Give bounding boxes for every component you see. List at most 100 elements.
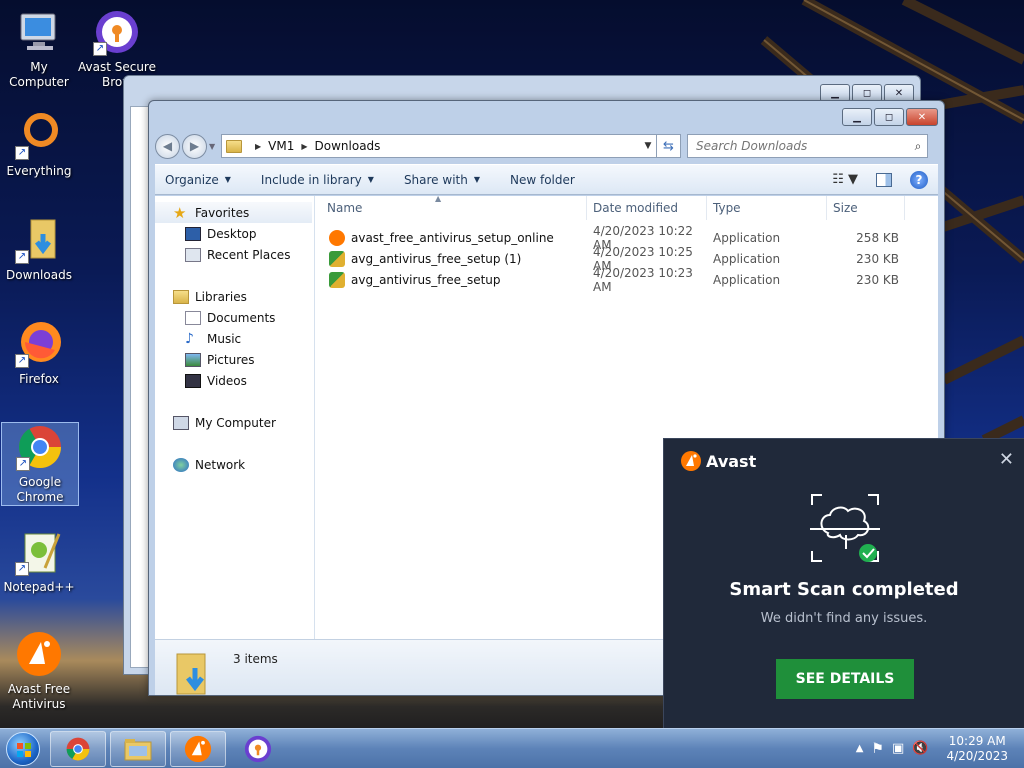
volume-muted-icon[interactable]: 🔇 <box>912 741 928 756</box>
nav-network[interactable]: Network <box>155 454 314 475</box>
desktop-icon-label: My Computer <box>9 60 69 89</box>
column-header-size[interactable]: Size <box>827 195 905 220</box>
taskbar-avast-secure-browser[interactable] <box>230 731 286 767</box>
music-note-icon: ♪ <box>185 330 194 347</box>
recent-pages-dropdown[interactable]: ▼ <box>209 142 217 151</box>
column-header-date-modified[interactable]: Date modified <box>587 195 707 220</box>
refresh-icon: ⇆ <box>663 138 674 154</box>
desktop-icon-notepad-plus-plus[interactable]: ↗ Notepad++ <box>0 528 78 595</box>
see-details-button[interactable]: SEE DETAILS <box>776 659 914 699</box>
desktop-icon-label: Downloads <box>6 268 72 282</box>
arrow-left-icon: ◀ <box>162 139 173 153</box>
action-center-flag-icon[interactable]: ⚑ <box>871 741 884 757</box>
taskbar-avast[interactable] <box>170 730 226 767</box>
nav-pictures[interactable]: Pictures <box>155 349 314 370</box>
firefox-icon: ↗ <box>15 320 63 368</box>
computer-icon <box>15 8 63 56</box>
scan-result-headline: Smart Scan completed <box>729 579 959 600</box>
address-row: ◀ ▶ ▼ ▶ VM1 ▶ Downloads ▼ ⇆ ⌕ <box>155 131 938 161</box>
pictures-icon <box>185 352 201 367</box>
avast-secure-browser-icon: ↗ <box>93 8 141 56</box>
start-button[interactable] <box>0 729 46 768</box>
breadcrumb-downloads[interactable]: Downloads <box>315 139 381 153</box>
clock-date: 4/20/2023 <box>946 748 1008 763</box>
network-icon <box>173 457 189 472</box>
search-input[interactable] <box>696 139 909 153</box>
back-button[interactable]: ◀ <box>155 133 180 159</box>
chevron-down-icon[interactable]: ▼ <box>640 141 656 151</box>
avast-secure-browser-icon <box>244 735 272 762</box>
caret-down-icon: ▼ <box>473 175 480 184</box>
chevron-right-icon[interactable]: ▶ <box>255 142 261 151</box>
share-with-button[interactable]: Share with ▼ <box>404 173 480 187</box>
taskbar-explorer[interactable] <box>110 730 166 767</box>
item-count: 3 items <box>233 652 278 666</box>
column-header-type[interactable]: Type <box>707 195 827 220</box>
video-film-icon <box>185 373 201 388</box>
search-icon[interactable]: ⌕ <box>909 139 927 154</box>
nav-documents[interactable]: Documents <box>155 307 314 328</box>
change-view-button[interactable]: ☷ ▼ <box>832 172 858 187</box>
avast-antivirus-icon <box>15 630 63 678</box>
nav-libraries[interactable]: Libraries <box>155 286 314 307</box>
nav-desktop[interactable]: Desktop <box>155 223 314 244</box>
address-bar[interactable]: ▶ VM1 ▶ Downloads ▼ <box>221 134 657 158</box>
caret-down-icon: ▼ <box>367 175 374 184</box>
downloads-folder-icon: ↗ <box>15 216 63 264</box>
include-in-library-button[interactable]: Include in library ▼ <box>261 173 374 187</box>
avast-installer-icon <box>329 229 345 246</box>
downloads-folder-icon <box>175 652 211 695</box>
organize-button[interactable]: Organize ▼ <box>165 173 231 187</box>
taskbar: ▲ ⚑ ▣ 🔇 10:29 AM 4/20/2023 <box>0 728 1024 768</box>
nav-recent-places[interactable]: Recent Places <box>155 244 314 265</box>
desktop-icon-firefox[interactable]: ↗ Firefox <box>0 320 78 387</box>
avast-notification[interactable]: Avast ✕ Smart Scan completed We didn't f… <box>663 438 1024 728</box>
chevron-right-icon[interactable]: ▶ <box>301 142 307 151</box>
computer-icon <box>173 415 189 430</box>
nav-videos[interactable]: Videos <box>155 370 314 391</box>
breadcrumb-vm1[interactable]: VM1 <box>268 139 294 153</box>
windows-logo-icon <box>6 731 40 766</box>
refresh-button[interactable]: ⇆ <box>657 134 681 158</box>
close-button[interactable]: ✕ <box>906 108 938 126</box>
desktop-icon-label: Everything <box>6 164 72 178</box>
desktop-icon-everything[interactable]: ↗ Everything <box>0 112 78 179</box>
minimize-button[interactable]: ▁ <box>842 108 872 126</box>
show-hidden-icons-icon[interactable]: ▲ <box>856 743 864 754</box>
close-icon[interactable]: ✕ <box>999 449 1014 470</box>
avast-logo-icon <box>681 451 701 471</box>
network-status-icon[interactable]: ▣ <box>892 741 904 756</box>
preview-pane-icon[interactable] <box>876 172 892 187</box>
nav-music[interactable]: ♪ Music <box>155 328 314 349</box>
maximize-button[interactable]: ◻ <box>874 108 904 126</box>
folder-icon <box>226 139 242 153</box>
clock[interactable]: 10:29 AM 4/20/2023 <box>946 734 1008 764</box>
column-header-name[interactable]: ▲ Name <box>315 194 587 220</box>
avast-antivirus-icon <box>184 735 212 762</box>
caret-down-icon: ▼ <box>224 175 231 184</box>
new-folder-button[interactable]: New folder <box>510 173 575 187</box>
navigation-pane[interactable]: ★ Favorites Desktop Recent Places Librar… <box>155 196 315 639</box>
chrome-icon: ↗ <box>16 423 64 471</box>
desktop-icon-google-chrome[interactable]: ↗ Google Chrome <box>1 422 79 506</box>
forward-button[interactable]: ▶ <box>182 133 207 159</box>
avast-brand: Avast <box>680 450 756 472</box>
notepad-plus-plus-icon: ↗ <box>15 528 63 576</box>
desktop-icon-label: Avast Free Antivirus <box>7 682 71 711</box>
desktop-icon-avast-free-antivirus[interactable]: Avast Free Antivirus <box>0 630 78 712</box>
search-box[interactable]: ⌕ <box>687 134 928 158</box>
taskbar-chrome[interactable] <box>50 730 106 767</box>
desktop-icon-my-computer[interactable]: My Computer <box>0 8 78 90</box>
recent-places-icon <box>185 247 201 262</box>
file-row[interactable]: avg_antivirus_free_setup 4/20/2023 10:23… <box>315 266 938 294</box>
avg-installer-icon <box>329 250 345 267</box>
desktop-icon-downloads[interactable]: ↗ Downloads <box>0 216 78 283</box>
desktop-icon <box>185 226 201 241</box>
nav-my-computer[interactable]: My Computer <box>155 412 314 433</box>
star-icon: ★ <box>173 203 187 222</box>
chrome-icon <box>66 737 90 760</box>
everything-search-icon: ↗ <box>15 112 63 160</box>
nav-favorites[interactable]: ★ Favorites <box>155 202 312 223</box>
help-icon[interactable]: ? <box>910 170 928 189</box>
avg-installer-icon <box>329 271 345 288</box>
